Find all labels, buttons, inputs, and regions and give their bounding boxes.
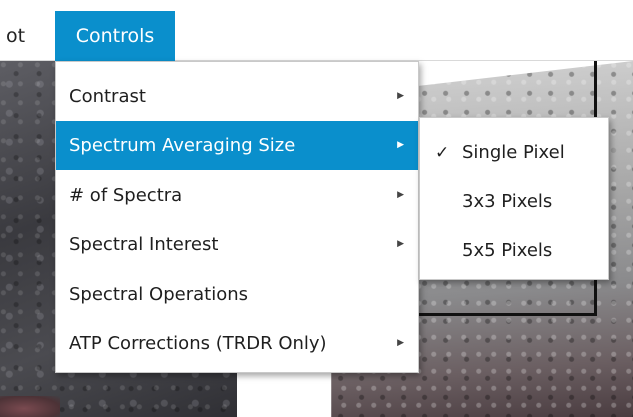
- menu-item-label: Spectrum Averaging Size: [69, 135, 296, 156]
- menu-item-atp-corrections[interactable]: ATP Corrections (TRDR Only) ▶: [56, 319, 418, 368]
- menu-item-label: Spectral Operations: [69, 284, 248, 305]
- submenu-item-5x5-pixels[interactable]: 5x5 Pixels: [420, 226, 608, 276]
- menubar-item-partial[interactable]: ot: [0, 11, 25, 61]
- menu-item-spectral-operations[interactable]: Spectral Operations: [56, 270, 418, 319]
- submenu-item-single-pixel[interactable]: ✓ Single Pixel: [420, 128, 608, 178]
- image-feature: [0, 396, 60, 417]
- chevron-right-icon: ▶: [397, 91, 404, 101]
- chevron-right-icon: ▶: [397, 190, 404, 200]
- submenu-item-label: Single Pixel: [462, 142, 565, 163]
- menu-item-spectrum-averaging-size[interactable]: Spectrum Averaging Size ▶: [56, 121, 418, 170]
- menubar-item-controls[interactable]: Controls: [55, 11, 175, 61]
- chevron-right-icon: ▶: [397, 140, 404, 150]
- menu-item-number-of-spectra[interactable]: # of Spectra ▶: [56, 171, 418, 220]
- menu-bar: ot Controls: [0, 0, 633, 61]
- submenu-item-label: 3x3 Pixels: [462, 191, 553, 212]
- app-window: ot Controls Contrast ▶ Spectrum Averagin…: [0, 0, 633, 417]
- menu-item-contrast[interactable]: Contrast ▶: [56, 72, 418, 121]
- controls-menu: Contrast ▶ Spectrum Averaging Size ▶ # o…: [55, 61, 419, 373]
- chevron-right-icon: ▶: [397, 239, 404, 249]
- averaging-size-submenu: ✓ Single Pixel 3x3 Pixels 5x5 Pixels: [419, 117, 609, 280]
- menu-item-label: ATP Corrections (TRDR Only): [69, 333, 327, 354]
- checkmark-icon: ✓: [435, 143, 450, 163]
- menu-item-spectral-interest[interactable]: Spectral Interest ▶: [56, 220, 418, 269]
- submenu-item-3x3-pixels[interactable]: 3x3 Pixels: [420, 177, 608, 227]
- menu-item-label: Contrast: [69, 86, 146, 107]
- submenu-item-label: 5x5 Pixels: [462, 240, 553, 261]
- chevron-right-icon: ▶: [397, 338, 404, 348]
- menu-item-label: Spectral Interest: [69, 234, 219, 255]
- menu-item-label: # of Spectra: [69, 185, 183, 206]
